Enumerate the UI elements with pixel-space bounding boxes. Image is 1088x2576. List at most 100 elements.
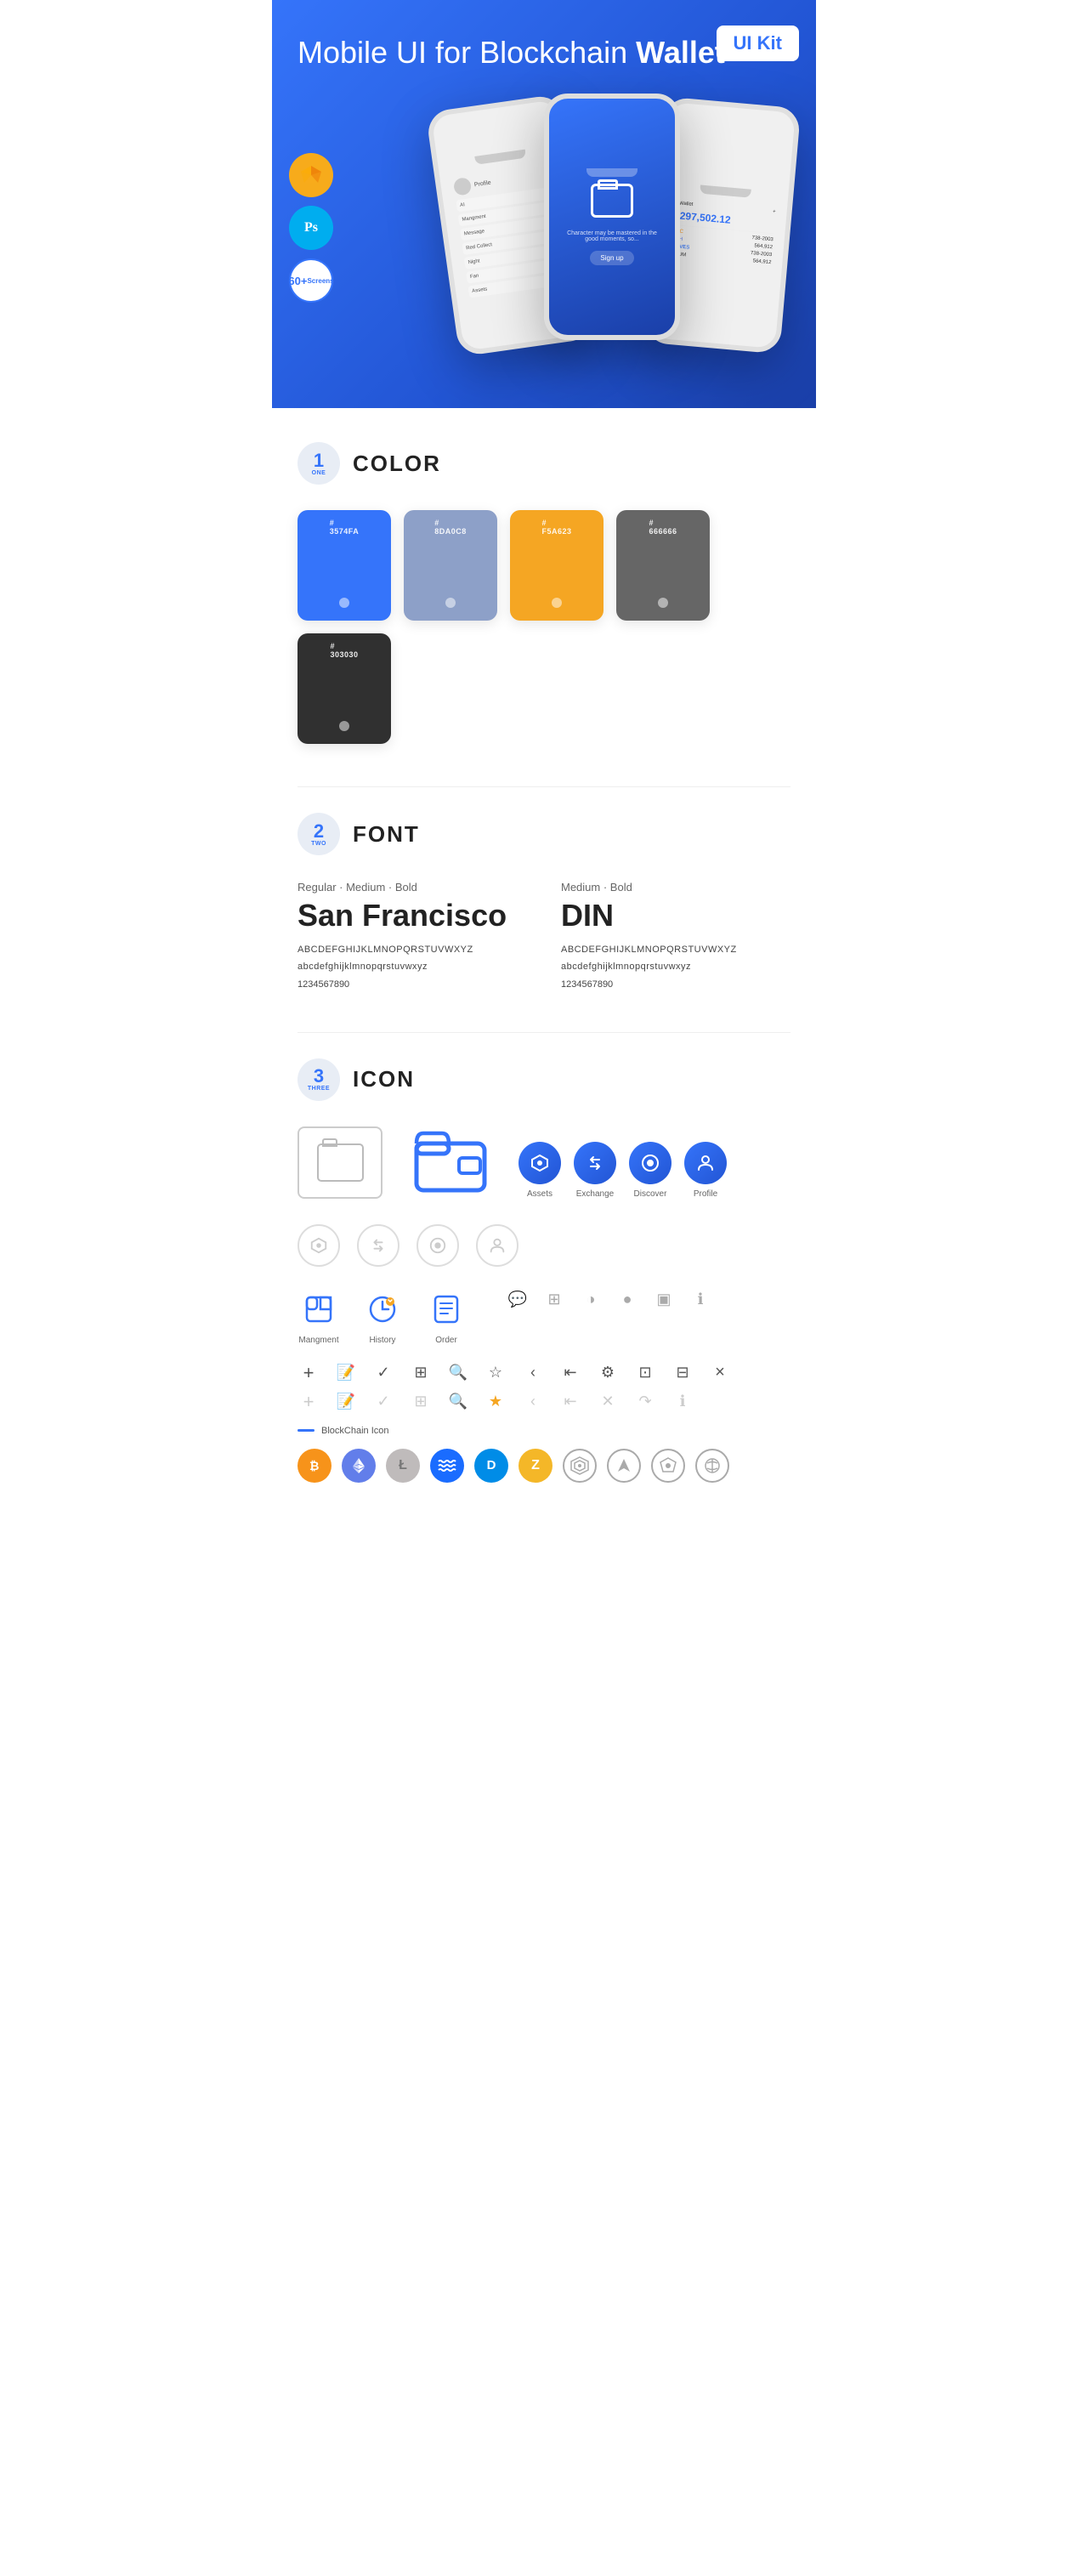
font-section-header: 2 TWO FONT: [298, 813, 790, 855]
assets-label: Assets: [527, 1189, 552, 1199]
icon-section: 3 THREE ICON: [298, 1058, 790, 1483]
color-section: 1 ONE COLOR #3574FA #8DA0C8 #F5A623 #666…: [298, 442, 790, 744]
hero-section: Mobile UI for Blockchain Wallet UI Kit P…: [272, 0, 816, 408]
wallet-svg: [412, 1131, 489, 1194]
icon-section-title: ICON: [353, 1066, 415, 1092]
order-label: Order: [435, 1336, 457, 1345]
font-sf-lowercase: abcdefghijklmnopqrstuvwxyz: [298, 959, 527, 976]
settings-icon: ⚙: [597, 1362, 619, 1384]
icon-section-header: 3 THREE ICON: [298, 1058, 790, 1101]
exchange-icon-svg: [585, 1153, 605, 1173]
ark-icon: [607, 1449, 641, 1483]
check-icon: ✓: [372, 1362, 394, 1384]
search-ghost-icon: 🔍: [447, 1391, 469, 1413]
exchange-label: Exchange: [576, 1189, 614, 1199]
app-icon-exchange: Exchange: [574, 1142, 616, 1199]
share-ghost-icon: ⇤: [559, 1391, 581, 1413]
history-icon-box: [361, 1288, 404, 1331]
litecoin-icon: Ł: [386, 1449, 420, 1483]
grid-icon-crypto: [563, 1449, 597, 1483]
color-dot-gray: [445, 598, 456, 608]
wallet-icon: [591, 184, 633, 218]
color-label-gray: #8DA0C8: [434, 519, 467, 536]
mgmt-icon-management: Mangment: [298, 1288, 340, 1345]
font-section-number: 2 TWO: [298, 813, 340, 855]
bitcoin-icon: ₿: [298, 1449, 332, 1483]
font-din-numbers: 1234567890: [561, 979, 790, 990]
action-icons-row-ghost: + 📝 ✓ ⊞ 🔍 ★ ‹ ⇤ ✕ ↷ ℹ: [298, 1391, 790, 1413]
color-swatch-black: #303030: [298, 633, 391, 744]
color-dot-darkgray: [658, 598, 668, 608]
app-icon-discover: Discover: [629, 1142, 672, 1199]
screens-badge: 60+ Screens: [289, 258, 333, 303]
color-dot-blue: [339, 598, 349, 608]
color-swatches: #3574FA #8DA0C8 #F5A623 #666666 #303030: [298, 510, 790, 744]
wallet-blue-icon: [408, 1126, 493, 1199]
qr-ghost-icon: ⊞: [410, 1391, 432, 1413]
qr-icon: ⊞: [410, 1362, 432, 1384]
assets-icon-svg: [530, 1153, 550, 1173]
font-section: 2 TWO FONT Regular · Medium · Bold San F…: [298, 813, 790, 990]
blockchain-line: [298, 1429, 314, 1432]
mgmt-icon-order: Order: [425, 1288, 468, 1345]
color-swatch-orange: #F5A623: [510, 510, 604, 621]
stripe-coin-icon: [695, 1449, 729, 1483]
management-label: Mangment: [298, 1336, 338, 1345]
screens-count: 60+: [288, 275, 307, 287]
profile-icon-circle: [684, 1142, 727, 1184]
profile-label: Profile: [694, 1189, 717, 1199]
color-dot-black: [339, 721, 349, 731]
zcash-icon: Z: [518, 1449, 552, 1483]
exchange-icon-circle: [574, 1142, 616, 1184]
font-section-title: FONT: [353, 821, 420, 848]
discover-icon-svg: [640, 1153, 660, 1173]
history-icon-svg: [366, 1293, 399, 1325]
hero-badges: Ps 60+ Screens: [289, 153, 333, 303]
app-icon-profile: Profile: [684, 1142, 727, 1199]
color-section-number: 1 ONE: [298, 442, 340, 485]
phone-2: Character may be mastered in the good mo…: [544, 94, 680, 340]
font-grid: Regular · Medium · Bold San Francisco AB…: [298, 881, 790, 990]
chevron-left-icon: ‹: [522, 1362, 544, 1384]
wallet-wireframe-icon: [298, 1126, 382, 1199]
info-ghost-icon: ℹ: [672, 1391, 694, 1413]
wallet-wireframe-inner: [317, 1143, 364, 1182]
color-section-header: 1 ONE COLOR: [298, 442, 790, 485]
close-icon: ×: [709, 1362, 731, 1384]
color-swatch-blue: #3574FA: [298, 510, 391, 621]
redo-ghost-icon: ↷: [634, 1391, 656, 1413]
sketch-badge: [289, 153, 333, 197]
ghost-profile-icon: [476, 1224, 518, 1267]
order-icon-svg: [431, 1294, 462, 1325]
color-label-black: #303030: [330, 642, 358, 659]
color-section-title: COLOR: [353, 451, 441, 477]
plus-icon: +: [298, 1362, 320, 1384]
ghost-discover-icon: [416, 1224, 459, 1267]
font-sf-name: San Francisco: [298, 898, 527, 933]
ghost-exchange-icon: [357, 1224, 400, 1267]
color-label-blue: #3574FA: [330, 519, 360, 536]
icon-grid-main: Assets Exchange: [298, 1126, 790, 1199]
document-ghost-icon: 📝: [335, 1391, 357, 1413]
chevron-left-ghost-icon: ‹: [522, 1391, 544, 1413]
info-icon: ℹ: [688, 1288, 712, 1312]
ghost-assets-icon: [298, 1224, 340, 1267]
svg-text:₿: ₿: [309, 1459, 319, 1472]
color-swatch-gray: #8DA0C8: [404, 510, 497, 621]
color-label-orange: #F5A623: [541, 519, 571, 536]
font-din-name: DIN: [561, 898, 790, 933]
lisk-icon: [651, 1449, 685, 1483]
ps-badge: Ps: [289, 206, 333, 250]
blockchain-text: BlockChain Icon: [321, 1426, 389, 1436]
color-dot-orange: [552, 598, 562, 608]
star-icon: ☆: [484, 1362, 507, 1384]
waves-icon: [430, 1449, 464, 1483]
font-din-lowercase: abcdefghijklmnopqrstuvwxyz: [561, 959, 790, 976]
app-icon-assets: Assets: [518, 1142, 561, 1199]
layers-icon: ⊞: [542, 1288, 566, 1312]
mgmt-icons-row: Mangment History: [298, 1288, 790, 1345]
check2-ghost-icon: ✕: [597, 1391, 619, 1413]
export-icon: ⊡: [634, 1362, 656, 1384]
dash-icon: D: [474, 1449, 508, 1483]
moon-icon: ◑: [579, 1288, 603, 1312]
